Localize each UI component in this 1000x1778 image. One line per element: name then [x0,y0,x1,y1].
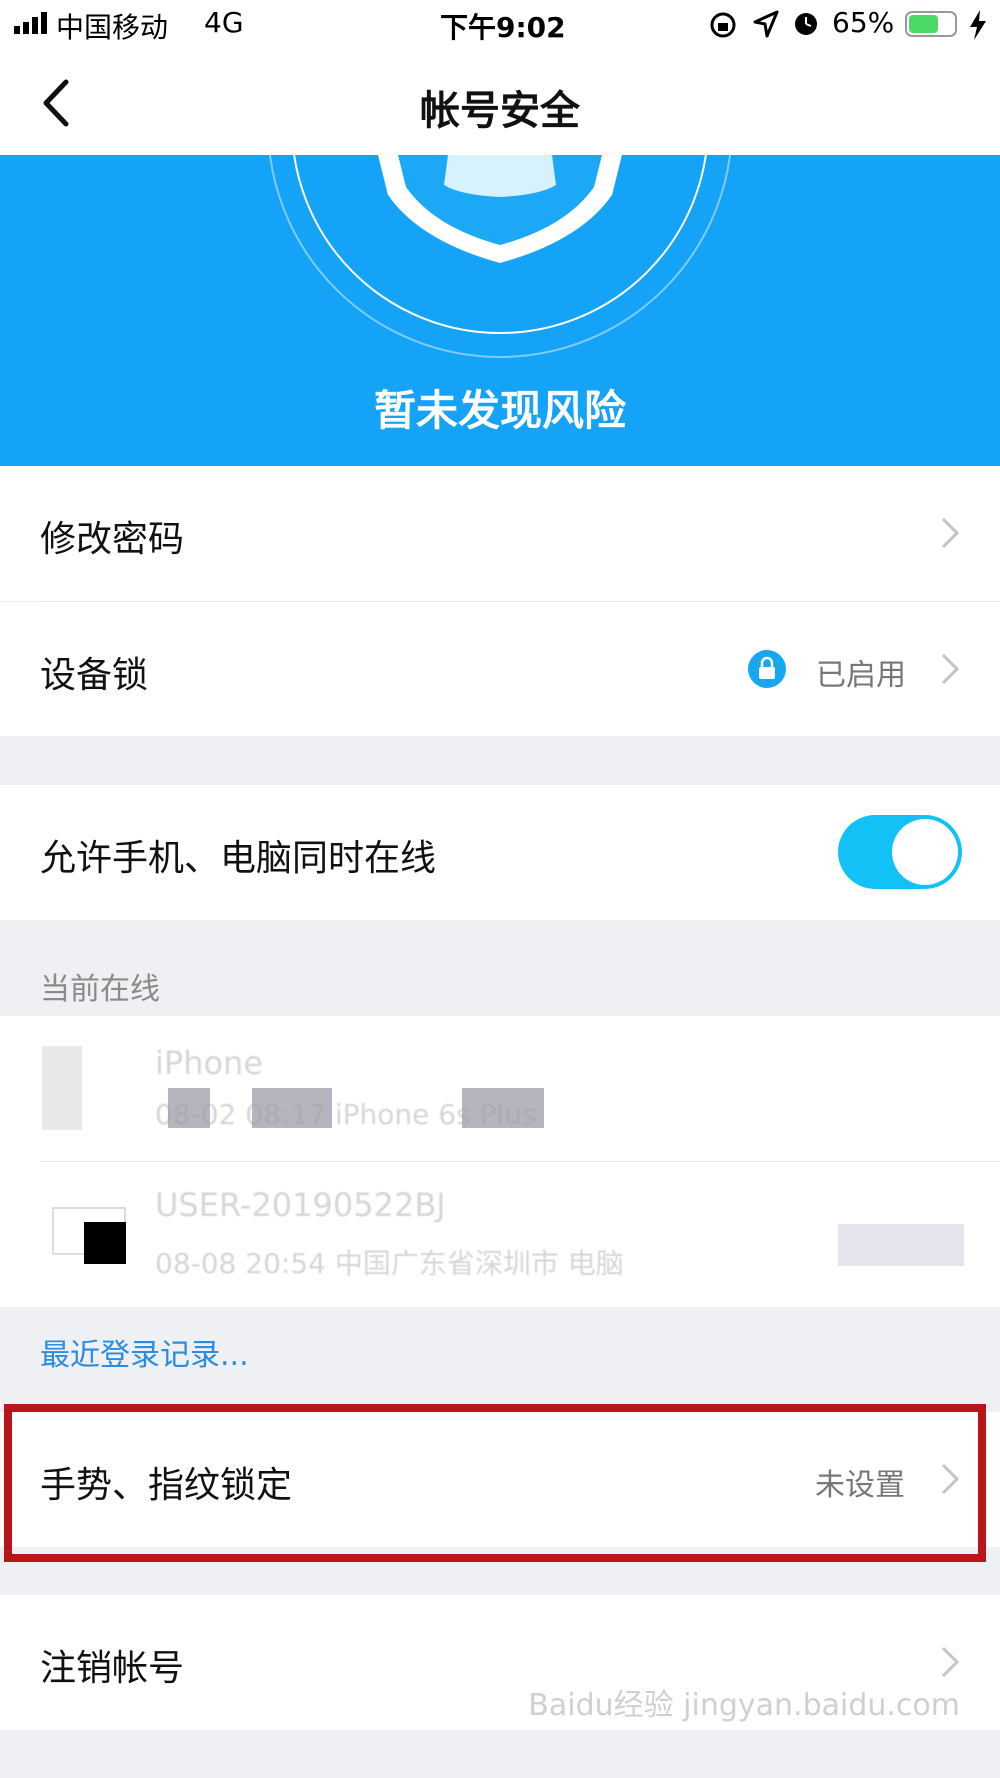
watermark: Baidu经验 jingyan.baidu.com [528,1688,960,1723]
alarm-icon [795,13,817,35]
privacy-mosaic [462,1088,544,1128]
device-name: USER-20190522BJ [155,1186,446,1224]
chevron-right-icon [941,517,960,549]
chevron-right-icon [941,653,960,685]
phone-icon [42,1046,82,1130]
multi-online-label: 允许手机、电脑同时在线 [40,838,437,879]
location-icon [753,10,779,38]
network-type: 4G [204,6,244,39]
device-lock-row[interactable]: 设备锁 已启用 [0,602,1000,736]
charging-icon [970,10,986,40]
list-item[interactable]: iPhone 08-02 08:17 iPhone 6s Plus [0,1016,1000,1161]
battery-percent: 65% [832,6,895,39]
security-status-text: 暂未发现风险 [373,386,626,435]
signal-icon [14,12,47,34]
deregister-label: 注销帐号 [40,1648,185,1689]
privacy-mosaic [168,1088,210,1128]
carrier-name: 中国移动 [56,11,169,44]
online-section-header: 当前在线 [40,972,160,1007]
security-status-banner: 暂未发现风险 [0,155,1000,466]
lock-icon [748,650,786,688]
status-bar: 中国移动 4G 下午9:02 65% [0,0,1000,50]
privacy-mosaic [838,1224,964,1266]
change-password-row[interactable]: 修改密码 [0,466,1000,601]
nav-bar: 帐号安全 [0,50,1000,155]
change-password-label: 修改密码 [40,519,185,560]
privacy-mosaic [252,1088,332,1128]
highlight-box [4,1404,986,1562]
chevron-right-icon [941,1646,960,1678]
privacy-mosaic [84,1222,126,1264]
device-name: iPhone [155,1044,264,1082]
clock: 下午9:02 [440,11,566,44]
toggle-knob [892,819,958,885]
recent-login-link[interactable]: 最近登录记录... [40,1330,249,1374]
device-detail: 08-08 20:54 中国广东省深圳市 电脑 [155,1247,624,1280]
page-title: 帐号安全 [420,88,580,134]
list-item[interactable]: USER-20190522BJ 08-08 20:54 中国广东省深圳市 电脑 [0,1162,1000,1307]
multi-online-toggle[interactable] [838,815,962,889]
device-lock-status: 已启用 [816,658,906,693]
battery-icon [905,11,957,37]
rotation-lock-icon [710,12,736,38]
device-lock-label: 设备锁 [40,655,149,696]
online-devices-list: iPhone 08-02 08:17 iPhone 6s Plus USER-2… [0,1016,1000,1307]
